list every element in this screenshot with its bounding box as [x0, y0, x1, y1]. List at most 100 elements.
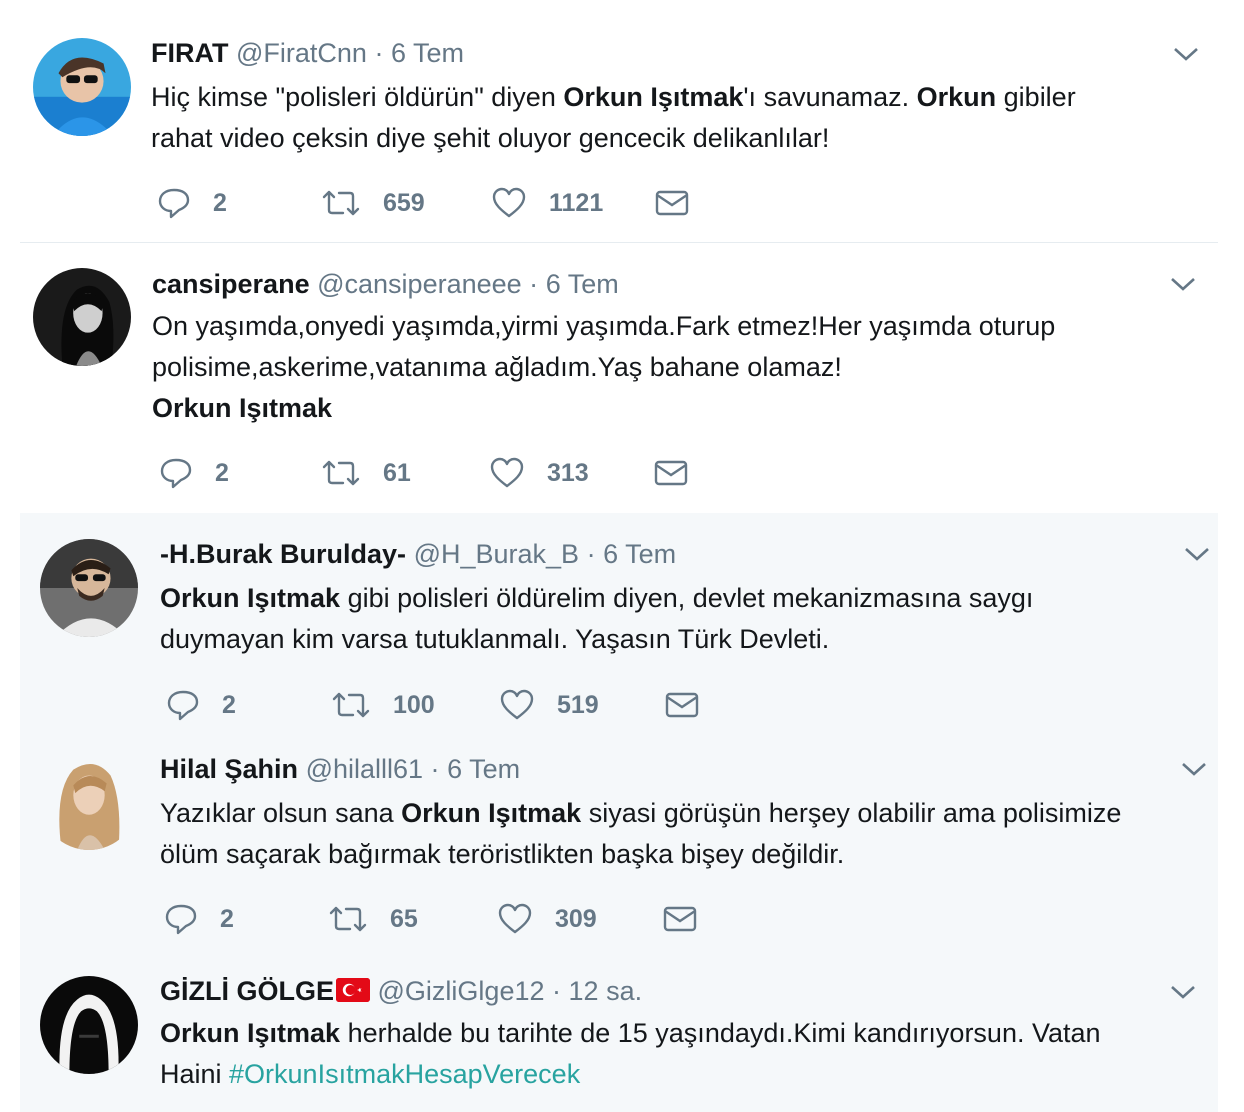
dm-button[interactable]: [665, 687, 699, 723]
tweet-actions: 2 65 309: [164, 901, 724, 937]
display-name[interactable]: cansiperane: [152, 269, 310, 299]
tweet-text: Orkun Işıtmak gibi polisleri öldürelim d…: [160, 583, 1034, 654]
dm-button[interactable]: [655, 185, 689, 221]
avatar[interactable]: [40, 539, 138, 637]
username[interactable]: @cansiperaneee: [317, 269, 522, 299]
dm-button[interactable]: [663, 901, 697, 937]
reply-count: 2: [222, 690, 236, 719]
hashtag-link[interactable]: #OrkunIsıtmakHesapVerecek: [229, 1059, 580, 1089]
reply-count: 2: [215, 458, 229, 487]
retweet-button[interactable]: 659: [321, 185, 425, 221]
avatar[interactable]: [40, 976, 138, 1074]
tweet-1[interactable]: FIRAT @FiratCnn · 6 Tem Hiç kimse "polis…: [0, 0, 1244, 242]
chevron-down-icon[interactable]: [1180, 759, 1208, 779]
timestamp[interactable]: 6 Tem: [391, 38, 464, 68]
tweet-header: cansiperane @cansiperaneee · 6 Tem: [152, 267, 619, 301]
speech-bubble-icon: [158, 188, 190, 219]
display-name[interactable]: Hilal Şahin: [160, 754, 298, 784]
separator: ·: [374, 38, 384, 68]
retweet-arrows-icon: [332, 692, 370, 718]
mention-text: Orkun: [916, 82, 997, 112]
timestamp[interactable]: 6 Tem: [447, 754, 520, 784]
tweet-text: Hiç kimse "polisleri öldürün" diyen Orku…: [151, 82, 1076, 153]
tweet-text: On yaşımda,onyedi yaşımda,yirmi yaşımda.…: [152, 311, 1056, 423]
mention-text: Orkun Işıtmak: [152, 393, 333, 423]
username[interactable]: @hilalll61: [306, 754, 423, 784]
timestamp[interactable]: 6 Tem: [546, 269, 619, 299]
username[interactable]: @FiratCnn: [236, 38, 367, 68]
like-count: 1121: [549, 188, 604, 217]
tweet-header: FIRAT @FiratCnn · 6 Tem: [151, 36, 464, 70]
username[interactable]: @GizliGlge12: [378, 976, 545, 1006]
reply-button[interactable]: 2: [157, 185, 227, 221]
like-button[interactable]: 313: [489, 455, 589, 491]
retweet-button[interactable]: 61: [321, 455, 411, 491]
heart-icon: [490, 457, 524, 488]
separator: ·: [529, 269, 539, 299]
avatar[interactable]: [33, 268, 131, 366]
mention-text: Orkun Işıtmak: [160, 583, 341, 613]
tweet-5[interactable]: GİZLİ GÖLGE @GizliGlge12 · 12 sa. Orkun …: [0, 955, 1244, 1112]
display-name[interactable]: -H.Burak Buruldaу-: [160, 539, 406, 569]
tweet-text: Yazıklar olsun sana Orkun Işıtmak siyasi…: [160, 798, 1122, 869]
timestamp[interactable]: 12 sa.: [569, 976, 643, 1006]
tweet-4[interactable]: Hilal Şahin @hilalll61 · 6 Tem Yazıklar …: [0, 735, 1244, 955]
mention-text: Orkun Işıtmak: [160, 1018, 341, 1048]
mention-text: Orkun Işıtmak: [401, 798, 582, 828]
avatar[interactable]: [33, 38, 131, 136]
turkey-flag-icon: [336, 978, 370, 1002]
separator: ·: [586, 539, 596, 569]
like-count: 313: [547, 458, 589, 487]
reply-button[interactable]: 2: [164, 901, 234, 937]
heart-icon: [492, 187, 526, 218]
reply-button[interactable]: 2: [159, 455, 229, 491]
mention-text: Orkun Işıtmak: [563, 82, 744, 112]
reply-count: 2: [213, 188, 227, 217]
display-name[interactable]: FIRAT: [151, 38, 228, 68]
chevron-down-icon[interactable]: [1172, 44, 1200, 64]
retweet-count: 100: [393, 690, 435, 719]
like-count: 519: [557, 690, 599, 719]
like-count: 309: [555, 904, 597, 933]
tweet-2[interactable]: cansiperane @cansiperaneee · 6 Tem On ya…: [0, 243, 1244, 513]
heart-icon: [498, 903, 532, 934]
separator: ·: [430, 754, 440, 784]
retweet-button[interactable]: 100: [331, 687, 435, 723]
tweet-header: -H.Burak Buruldaу- @H_Burak_B · 6 Tem: [160, 537, 676, 571]
tweet-actions: 2 659 1121: [157, 185, 717, 221]
chevron-down-icon[interactable]: [1169, 982, 1197, 1002]
tweet-3[interactable]: -H.Burak Buruldaу- @H_Burak_B · 6 Tem Or…: [0, 513, 1244, 735]
tweet-actions: 2 61 313: [159, 455, 719, 491]
chevron-down-icon[interactable]: [1169, 274, 1197, 294]
display-name[interactable]: GİZLİ GÖLGE: [160, 976, 334, 1006]
dm-button[interactable]: [654, 455, 688, 491]
avatar[interactable]: [40, 752, 138, 850]
chevron-down-icon[interactable]: [1183, 544, 1211, 564]
retweet-arrows-icon: [322, 460, 360, 486]
reply-count: 2: [220, 904, 234, 933]
like-button[interactable]: 1121: [491, 185, 603, 221]
heart-icon: [500, 689, 534, 720]
like-button[interactable]: 309: [497, 901, 597, 937]
retweet-count: 65: [390, 904, 418, 933]
retweet-count: 659: [383, 188, 425, 217]
speech-bubble-icon: [160, 458, 192, 489]
tweet-header: Hilal Şahin @hilalll61 · 6 Tem: [160, 752, 520, 786]
envelope-icon: [665, 692, 699, 718]
retweet-arrows-icon: [329, 906, 367, 932]
timestamp[interactable]: 6 Tem: [603, 539, 676, 569]
retweet-arrows-icon: [322, 190, 360, 216]
tweet-actions: 2 100 519: [166, 687, 726, 723]
retweet-count: 61: [383, 458, 411, 487]
envelope-icon: [654, 460, 688, 486]
envelope-icon: [655, 190, 689, 216]
envelope-icon: [663, 906, 697, 932]
tweet-text: Orkun Işıtmak herhalde bu tarihte de 15 …: [160, 1018, 1101, 1089]
speech-bubble-icon: [167, 690, 199, 721]
reply-button[interactable]: 2: [166, 687, 236, 723]
tweet-header: GİZLİ GÖLGE @GizliGlge12 · 12 sa.: [160, 974, 642, 1008]
like-button[interactable]: 519: [499, 687, 599, 723]
separator: ·: [552, 976, 562, 1006]
retweet-button[interactable]: 65: [328, 901, 418, 937]
username[interactable]: @H_Burak_B: [414, 539, 579, 569]
